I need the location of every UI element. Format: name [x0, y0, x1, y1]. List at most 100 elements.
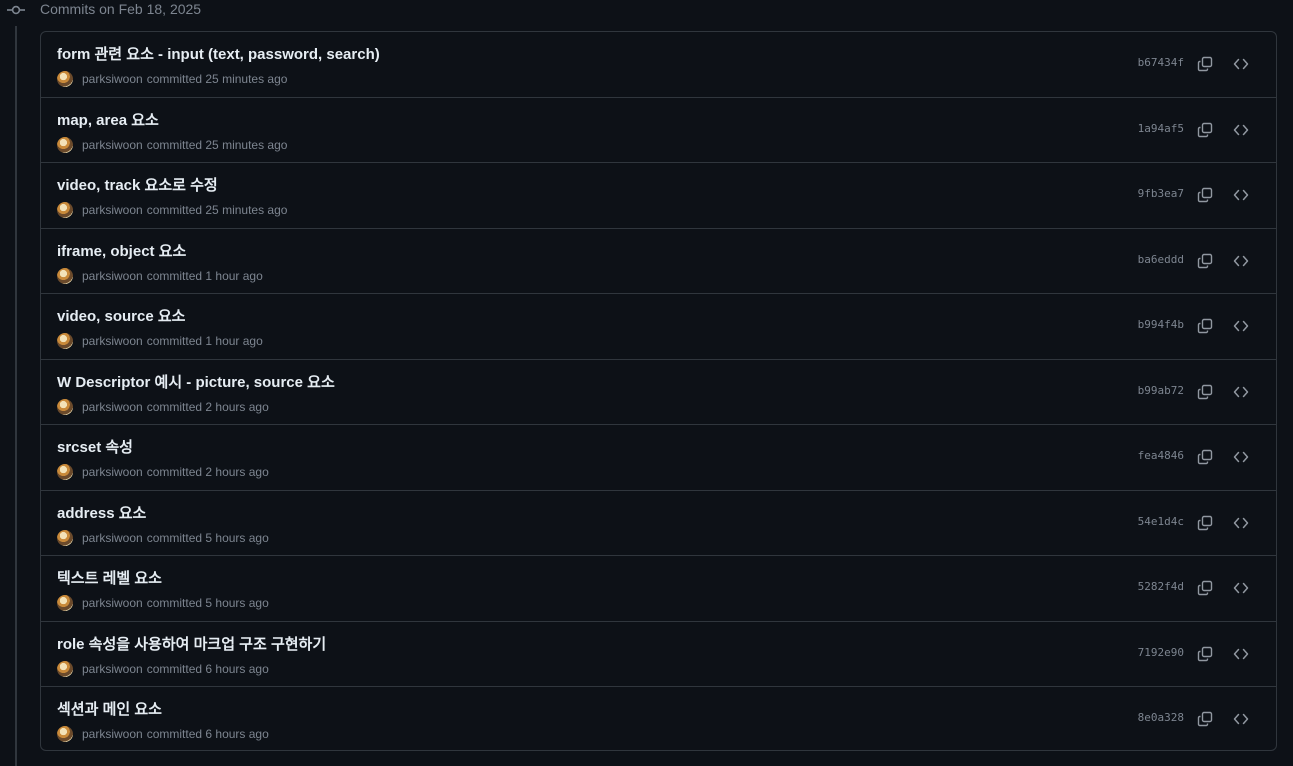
commit-sha-link[interactable]: b67434f [1138, 56, 1184, 69]
author-avatar[interactable] [57, 529, 73, 546]
copy-sha-button[interactable] [1194, 643, 1216, 665]
commit-meta: parksiwoon committed 2 hours ago [57, 398, 269, 416]
copy-sha-button[interactable] [1194, 446, 1216, 468]
author-avatar[interactable] [57, 267, 73, 284]
commit-time: committed 5 hours ago [146, 530, 269, 545]
browse-repo-button[interactable] [1230, 512, 1252, 534]
copy-icon [1197, 318, 1213, 334]
copy-sha-button[interactable] [1194, 577, 1216, 599]
commit-meta: parksiwoon committed 1 hour ago [57, 267, 263, 285]
copy-icon [1197, 580, 1213, 596]
commit-sha-link[interactable]: fea4846 [1138, 449, 1184, 462]
copy-sha-button[interactable] [1194, 53, 1216, 75]
commit-sha-link[interactable]: 1a94af5 [1138, 122, 1184, 135]
commit-row: iframe, object 요소 parksiwoon committed 1… [41, 229, 1276, 294]
commit-meta: parksiwoon committed 5 hours ago [57, 594, 269, 612]
code-browse-icon [1233, 451, 1249, 463]
code-browse-icon [1233, 124, 1249, 135]
code-browse-icon [1233, 648, 1249, 659]
commit-time: committed 5 hours ago [146, 596, 269, 610]
author-avatar[interactable] [57, 464, 73, 480]
author-link[interactable]: parksiwoon [82, 531, 143, 545]
browse-repo-button[interactable] [1230, 643, 1252, 665]
author-link[interactable]: parksiwoon [82, 662, 143, 676]
commit-title-link[interactable]: role 속성을 사용하여 마크업 구조 구현하기 [57, 633, 326, 654]
browse-repo-button[interactable] [1230, 250, 1252, 272]
copy-sha-button[interactable] [1194, 315, 1216, 337]
browse-repo-button[interactable] [1230, 446, 1252, 468]
code-browse-icon [1233, 713, 1249, 725]
commit-sha-link[interactable]: b99ab72 [1138, 384, 1184, 397]
timeline-line [15, 26, 17, 766]
browse-repo-button[interactable] [1230, 119, 1252, 141]
commit-title-link[interactable]: video, source 요소 [57, 305, 185, 326]
copy-icon [1197, 56, 1213, 72]
copy-icon [1197, 449, 1213, 465]
author-link[interactable]: parksiwoon [82, 596, 143, 610]
author-link[interactable]: parksiwoon [82, 138, 143, 152]
code-browse-icon [1233, 189, 1249, 201]
commit-sha-link[interactable]: 54e1d4c [1138, 515, 1184, 528]
author-avatar[interactable] [57, 333, 73, 349]
commit-title-link[interactable]: map, area 요소 [57, 109, 159, 130]
commit-row: address 요소 parksiwoon committed 5 hours … [41, 491, 1276, 556]
commit-title-link[interactable]: iframe, object 요소 [57, 240, 186, 261]
copy-sha-button[interactable] [1194, 184, 1216, 206]
author-link[interactable]: parksiwoon [82, 465, 143, 479]
commit-sha-link[interactable]: 7192e90 [1138, 646, 1184, 659]
author-avatar[interactable] [57, 202, 73, 218]
copy-sha-button[interactable] [1194, 119, 1216, 141]
copy-sha-button[interactable] [1194, 708, 1216, 730]
commit-meta: parksiwoon committed 25 minutes ago [57, 201, 287, 219]
copy-sha-button[interactable] [1194, 250, 1216, 272]
browse-repo-button[interactable] [1230, 381, 1252, 403]
commit-sha-link[interactable]: ba6eddd [1138, 253, 1184, 266]
author-avatar[interactable] [57, 660, 73, 677]
code-browse-icon [1233, 517, 1249, 528]
code-browse-icon [1233, 582, 1249, 594]
browse-repo-button[interactable] [1230, 184, 1252, 206]
commit-row: srcset 속성 parksiwoon committed 2 hours a… [41, 425, 1276, 491]
copy-icon [1197, 515, 1213, 530]
browse-repo-button[interactable] [1230, 708, 1252, 730]
browse-repo-button[interactable] [1230, 53, 1252, 75]
browse-repo-button[interactable] [1230, 315, 1252, 337]
commit-sha-link[interactable]: b994f4b [1138, 318, 1184, 331]
author-avatar[interactable] [57, 71, 73, 87]
commit-sha-link[interactable]: 9fb3ea7 [1138, 187, 1184, 200]
commit-title-link[interactable]: form 관련 요소 - input (text, password, sear… [57, 43, 380, 64]
copy-icon [1197, 187, 1213, 203]
author-link[interactable]: parksiwoon [82, 727, 143, 741]
copy-sha-button[interactable] [1194, 512, 1216, 534]
commit-time: committed 25 minutes ago [146, 203, 288, 217]
commit-row: 텍스트 레벨 요소 parksiwoon committed 5 hours a… [41, 556, 1276, 622]
commit-title-link[interactable]: srcset 속성 [57, 436, 133, 457]
author-link[interactable]: parksiwoon [82, 203, 143, 217]
commit-time: committed 1 hour ago [146, 268, 263, 283]
author-link[interactable]: parksiwoon [82, 269, 143, 283]
commit-time: committed 1 hour ago [146, 334, 263, 348]
commit-title-link[interactable]: video, track 요소로 수정 [57, 174, 218, 195]
commit-title-link[interactable]: address 요소 [57, 502, 146, 523]
copy-icon [1197, 646, 1213, 661]
commit-title-link[interactable]: 섹션과 메인 요소 [57, 698, 162, 719]
author-avatar[interactable] [57, 136, 73, 153]
author-link[interactable]: parksiwoon [82, 72, 143, 86]
commit-sha-link[interactable]: 5282f4d [1138, 580, 1184, 593]
code-browse-icon [1233, 58, 1249, 70]
browse-repo-button[interactable] [1230, 577, 1252, 599]
copy-sha-button[interactable] [1194, 381, 1216, 403]
author-avatar[interactable] [57, 726, 73, 742]
author-link[interactable]: parksiwoon [82, 334, 143, 348]
commit-row: map, area 요소 parksiwoon committed 25 min… [41, 98, 1276, 163]
copy-icon [1197, 384, 1213, 399]
author-avatar[interactable] [57, 595, 73, 611]
commit-title-link[interactable]: W Descriptor 예시 - picture, source 요소 [57, 371, 335, 392]
commit-title-link[interactable]: 텍스트 레벨 요소 [57, 567, 162, 588]
commit-sha-link[interactable]: 8e0a328 [1138, 711, 1184, 724]
commit-row: video, source 요소 parksiwoon committed 1 … [41, 294, 1276, 360]
author-avatar[interactable] [57, 398, 73, 415]
commit-time: committed 6 hours ago [146, 727, 269, 741]
commit-meta: parksiwoon committed 1 hour ago [57, 332, 263, 350]
author-link[interactable]: parksiwoon [82, 400, 143, 414]
